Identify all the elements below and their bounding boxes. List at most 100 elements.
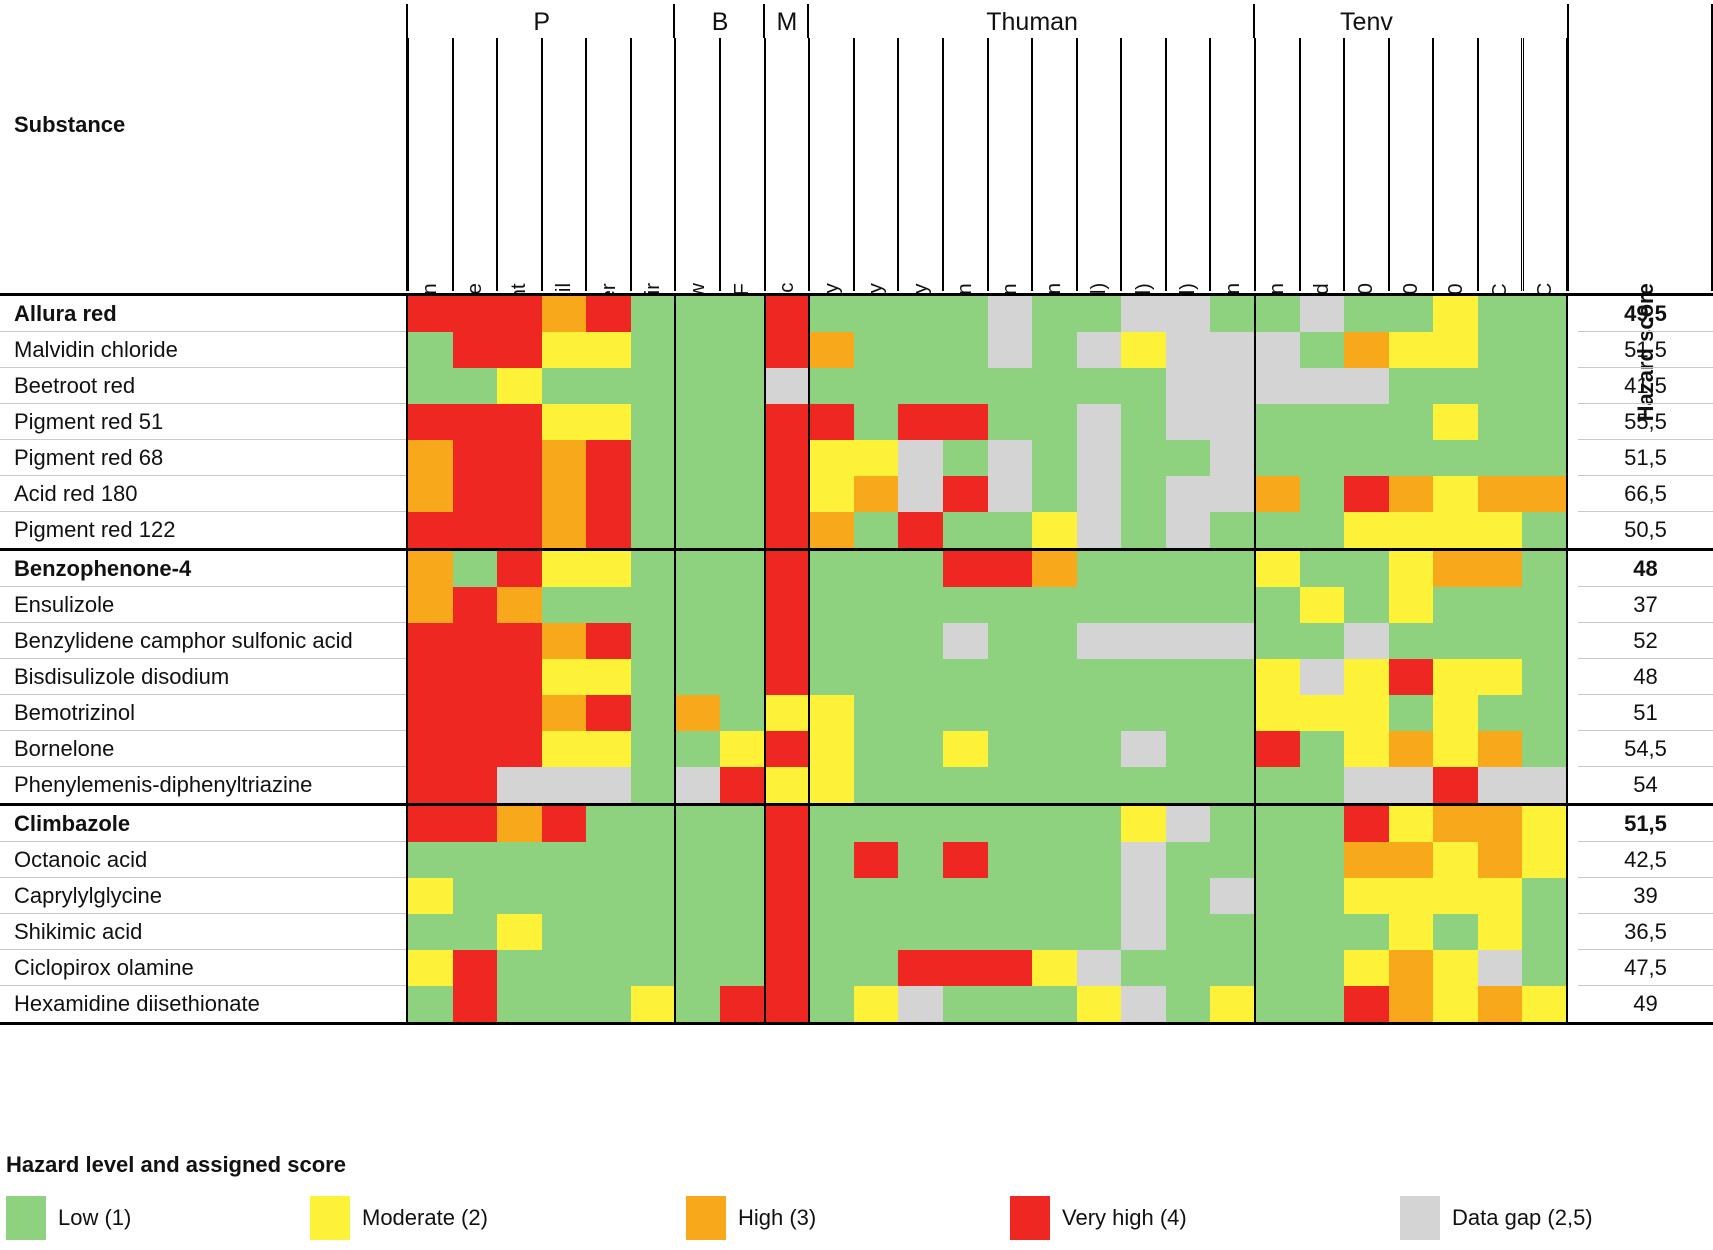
heatmap-cell bbox=[1433, 659, 1478, 695]
table-row[interactable]: Beetroot red 41,5 bbox=[0, 368, 1713, 404]
table-row[interactable]: Allura red 49,5 bbox=[0, 296, 1713, 332]
heatmap-cell bbox=[1299, 296, 1345, 332]
table-row[interactable]: Bisdisulizole disodium 48 bbox=[0, 659, 1713, 695]
heatmap-row-cells bbox=[408, 623, 1568, 659]
heatmap-row-cells bbox=[408, 914, 1568, 950]
heatmap-cell bbox=[408, 659, 453, 695]
column-group-tenv: Tenv bbox=[1255, 4, 1478, 40]
heatmap-cell bbox=[452, 332, 498, 368]
heatmap-cell bbox=[586, 842, 631, 878]
heatmap-cell bbox=[1388, 476, 1434, 512]
heatmap-cell bbox=[720, 512, 765, 548]
heatmap-cell bbox=[1076, 404, 1122, 440]
table-row[interactable]: Phenylemenis-diphenyltriazine 54 bbox=[0, 767, 1713, 803]
heatmap-cell bbox=[1433, 806, 1478, 842]
heatmap-cell bbox=[809, 986, 854, 1022]
table-row[interactable]: Pigment red 122 50,5 bbox=[0, 512, 1713, 548]
heatmap-cell bbox=[1522, 623, 1568, 659]
heatmap-cell bbox=[1210, 440, 1255, 476]
heatmap-cell bbox=[853, 404, 899, 440]
heatmap-cell bbox=[541, 767, 587, 803]
table-row[interactable]: Hexamidine diisethionate 49 bbox=[0, 986, 1713, 1022]
heatmap-cell bbox=[764, 440, 810, 476]
heatmap-cell bbox=[1032, 551, 1077, 587]
heatmap-cell bbox=[1165, 476, 1211, 512]
heatmap-cell bbox=[452, 659, 498, 695]
heatmap-cell bbox=[898, 476, 943, 512]
heatmap-cell bbox=[764, 476, 810, 512]
heatmap-cell bbox=[942, 950, 988, 986]
table-row[interactable]: Climbazole 51,5 bbox=[0, 806, 1713, 842]
heatmap-cell bbox=[942, 986, 988, 1022]
column-group-label: Tenv bbox=[1340, 7, 1393, 36]
heatmap-cell bbox=[675, 332, 721, 368]
heatmap-cell bbox=[764, 986, 810, 1022]
heatmap-cell bbox=[1165, 950, 1211, 986]
table-row[interactable]: Caprylylglycine 39 bbox=[0, 878, 1713, 914]
table-row[interactable]: Benzophenone-4 48 bbox=[0, 551, 1713, 587]
heatmap-cell bbox=[675, 296, 721, 332]
hazard-score-value: 47,5 bbox=[1624, 955, 1667, 980]
hazard-score-value: 48 bbox=[1633, 556, 1658, 581]
heatmap-cell bbox=[1076, 476, 1122, 512]
table-row[interactable]: Ensulizole 37 bbox=[0, 587, 1713, 623]
heatmap-cell bbox=[1388, 914, 1434, 950]
heatmap-cell bbox=[853, 806, 899, 842]
heatmap-cell bbox=[541, 986, 587, 1022]
heatmap-row-cells bbox=[408, 950, 1568, 986]
heatmap-cell bbox=[1032, 842, 1077, 878]
table-row[interactable]: Octanoic acid 42,5 bbox=[0, 842, 1713, 878]
column-group-label: Thuman bbox=[986, 7, 1078, 36]
heatmap-cell bbox=[1522, 986, 1568, 1022]
heatmap-cell bbox=[1344, 623, 1389, 659]
column-header-logkoc: LogKoc bbox=[764, 38, 810, 353]
heatmap-cell bbox=[764, 512, 810, 548]
table-row[interactable]: Bemotrizinol 51 bbox=[0, 695, 1713, 731]
heatmap-cell bbox=[452, 476, 498, 512]
table-row[interactable]: Shikimic acid 36,5 bbox=[0, 914, 1713, 950]
heatmap-cell bbox=[764, 332, 810, 368]
heatmap-cell bbox=[1076, 806, 1122, 842]
table-row[interactable]: Pigment red 51 55,5 bbox=[0, 404, 1713, 440]
substance-name: Malvidin chloride bbox=[14, 337, 178, 362]
heatmap-cell bbox=[1299, 476, 1345, 512]
table-row[interactable]: Ciclopirox olamine 47,5 bbox=[0, 950, 1713, 986]
heatmap-cell bbox=[452, 368, 498, 404]
legend-item-high: High (3) bbox=[686, 1196, 816, 1240]
heatmap-cell bbox=[675, 842, 721, 878]
legend-swatch-mod bbox=[310, 1196, 350, 1240]
heatmap-cell bbox=[898, 767, 943, 803]
heatmap-cell bbox=[987, 842, 1033, 878]
heatmap-cell bbox=[497, 512, 542, 548]
heatmap-cell bbox=[1299, 551, 1345, 587]
heatmap-cell bbox=[586, 512, 631, 548]
heatmap-cell bbox=[942, 695, 988, 731]
group-divider bbox=[1567, 4, 1570, 291]
heatmap-cell bbox=[586, 695, 631, 731]
heatmap-cell bbox=[987, 914, 1033, 950]
heatmap-cell bbox=[1032, 440, 1077, 476]
heatmap-cell bbox=[764, 296, 810, 332]
heatmap-cell bbox=[1344, 986, 1389, 1022]
heatmap-cell bbox=[541, 878, 587, 914]
heatmap-cell bbox=[1299, 332, 1345, 368]
table-row[interactable]: Acid red 180 66,5 bbox=[0, 476, 1713, 512]
table-row[interactable]: Pigment red 68 51,5 bbox=[0, 440, 1713, 476]
heatmap-cell bbox=[408, 695, 453, 731]
heatmap-cell bbox=[1522, 878, 1568, 914]
heatmap-cell bbox=[1477, 806, 1523, 842]
heatmap-cell bbox=[1388, 695, 1434, 731]
heatmap-cell bbox=[408, 806, 453, 842]
heatmap-cell bbox=[1344, 512, 1389, 548]
heatmap-cell bbox=[898, 368, 943, 404]
heatmap-cell bbox=[497, 695, 542, 731]
heatmap-cell bbox=[497, 587, 542, 623]
table-row[interactable]: Malvidin chloride 51,5 bbox=[0, 332, 1713, 368]
heatmap-cell bbox=[1032, 950, 1077, 986]
table-row[interactable]: Benzylidene camphor sulfonic acid 52 bbox=[0, 623, 1713, 659]
heatmap-cell bbox=[809, 368, 854, 404]
heatmap-cell bbox=[1254, 914, 1300, 950]
heatmap-cell bbox=[630, 914, 676, 950]
table-row[interactable]: Bornelone 54,5 bbox=[0, 731, 1713, 767]
heatmap-cell bbox=[1477, 986, 1523, 1022]
